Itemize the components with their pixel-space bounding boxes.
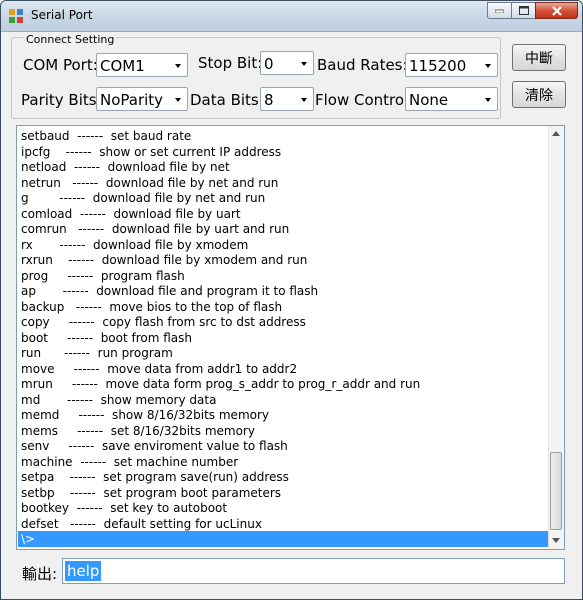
scroll-down-icon[interactable] [552, 538, 560, 543]
console-line: defset ------ default setting for ucLinu… [21, 516, 262, 531]
stop-bit-label: Stop Bit: [198, 54, 263, 72]
data-bits-select[interactable]: 8 [260, 87, 314, 111]
baud-rate-select[interactable]: 115200 [405, 53, 498, 77]
baud-rate-label: Baud Rates: [317, 56, 408, 74]
console-scrollbar[interactable] [548, 126, 564, 549]
com-port-value: COM1 [100, 57, 145, 75]
com-port-select[interactable]: COM1 [96, 53, 188, 77]
parity-bits-select[interactable]: NoParity [96, 87, 188, 111]
console-line: comrun ------ download file by uart and … [21, 222, 290, 236]
console-line: move ------ move data from addr1 to addr… [21, 361, 298, 376]
window-title: Serial Port [31, 8, 93, 22]
flow-control-select[interactable]: None [405, 87, 498, 111]
chevron-down-icon [485, 64, 491, 68]
flow-control-label: Flow Control: [315, 91, 414, 109]
stop-bit-select[interactable]: 0 [260, 51, 314, 75]
console-line: prog ------ program flash [21, 268, 185, 283]
group-label: Connect Setting [24, 33, 117, 46]
console-line: g ------ download file by net and run [21, 191, 266, 205]
console-line: rx ------ download file by xmodem [21, 237, 249, 252]
com-port-label: COM Port: [23, 56, 98, 74]
stop-bit-value: 0 [264, 55, 274, 73]
console-line: ap ------ download file and program it t… [21, 284, 319, 298]
scroll-thumb[interactable] [550, 452, 562, 530]
minimize-button[interactable] [487, 2, 512, 19]
clear-button[interactable]: 清除 [512, 81, 566, 108]
console-line: boot ------ boot from flash [21, 330, 193, 345]
minimize-icon [495, 9, 504, 13]
console-line: setpa ------ set program save(run) addre… [21, 470, 289, 484]
title-bar[interactable]: Serial Port [1, 1, 582, 32]
console-line: bootkey ------ set key to autoboot [21, 501, 228, 515]
console-line: machine ------ set machine number [21, 454, 239, 469]
data-bits-value: 8 [264, 91, 274, 109]
close-button[interactable] [535, 2, 578, 19]
baud-rate-value: 115200 [409, 57, 467, 75]
maximize-button[interactable] [511, 2, 536, 19]
console-lines: setbaud ------ set baud rate ipcfg ------… [21, 129, 551, 532]
chevron-down-icon [301, 62, 307, 66]
console-line: ipcfg ------ show or set current IP addr… [21, 144, 282, 159]
console-line: copy ------ copy flash from src to dst a… [21, 315, 306, 329]
flow-control-value: None [409, 91, 449, 109]
app-icon [9, 9, 23, 23]
console-line: memd ------ show 8/16/32bits memory [21, 408, 270, 422]
console-line: rxrun ------ download file by xmodem and… [21, 253, 308, 267]
console-prompt-line[interactable]: \> [18, 531, 549, 547]
console-line: md ------ show memory data [21, 392, 217, 407]
console-line: senv ------ save enviroment value to fla… [21, 439, 288, 453]
close-icon [551, 5, 562, 16]
console-line: comload ------ download file by uart [21, 206, 241, 221]
output-input-value: help [65, 561, 102, 581]
console-line: setbp ------ set program boot parameters [21, 485, 282, 500]
console-line: mems ------ set 8/16/32bits memory [21, 423, 255, 438]
console-line: backup ------ move bios to the top of fl… [21, 299, 283, 314]
maximize-icon [518, 6, 529, 15]
console-line: netload ------ download file by net [21, 160, 230, 174]
output-label: 輸出: [22, 565, 58, 583]
data-bits-label: Data Bits: [190, 91, 264, 109]
console-output[interactable]: setbaud ------ set baud rate ipcfg ------… [16, 125, 565, 550]
scroll-up-icon[interactable] [552, 131, 560, 136]
console-line: netrun ------ download file by net and r… [21, 175, 279, 190]
chevron-down-icon [175, 64, 181, 68]
console-line: setbaud ------ set baud rate [21, 129, 192, 143]
console-line: mrun ------ move data form prog_s_addr t… [21, 377, 421, 391]
parity-bits-value: NoParity [100, 91, 164, 109]
output-input[interactable]: help [62, 558, 565, 584]
chevron-down-icon [301, 98, 307, 102]
chevron-down-icon [485, 98, 491, 102]
disconnect-button[interactable]: 中斷 [512, 44, 566, 71]
parity-bits-label: Parity Bits: [21, 91, 102, 109]
console-line: run ------ run program [21, 346, 173, 360]
chevron-down-icon [175, 98, 181, 102]
serial-port-window: Serial Port Connect Setting COM Port: CO… [0, 0, 583, 600]
